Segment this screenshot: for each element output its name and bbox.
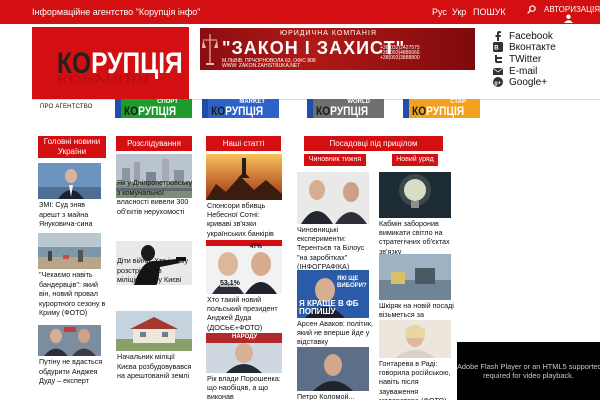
poll-value: 47%: [250, 244, 263, 250]
login-link[interactable]: АВТОРИЗАЦІЯ: [544, 5, 600, 14]
news-caption[interactable]: Петро Коломой...: [297, 392, 375, 400]
section-officials-header[interactable]: Посадовці під прицілом: [304, 136, 443, 151]
search-link[interactable]: ПОШУК: [473, 7, 506, 17]
news-thumb[interactable]: [297, 347, 369, 391]
nav-tab-logo: КОРУПЦІЯ: [124, 104, 177, 118]
svg-text:g+: g+: [494, 80, 501, 86]
news-thumb[interactable]: НАРОДУ: [206, 333, 282, 373]
news-thumb[interactable]: [297, 172, 369, 224]
nav-tab-strip: [115, 99, 121, 118]
news-thumb[interactable]: 47% 53,1%: [206, 240, 282, 294]
nav-tab-star[interactable]: СТАР КОРУПЦІЯ: [403, 99, 480, 118]
top-bar: Інформаційне агентство "Корупція інфо" Р…: [0, 0, 600, 24]
country-house-photo: [116, 311, 192, 351]
news-caption[interactable]: Як у Дніпропетровську з комунальної влас…: [117, 178, 194, 216]
man-in-suit-photo: [38, 163, 101, 199]
two-politicians-photo: [38, 325, 101, 356]
banner-address: М.ЛЬВІВ, ПРЧОРНОВОЛА 63, ОФІС 808 WWW: Z…: [222, 58, 316, 69]
user-icon[interactable]: [564, 14, 573, 23]
news-caption[interactable]: Арсен Аваков: політик, який не вперше йд…: [297, 319, 375, 347]
site-logo[interactable]: КОРУПЦІЯ КОРУПЦІЯ: [32, 27, 189, 99]
news-caption[interactable]: Начальник міліції Києва розбудовувався н…: [117, 352, 194, 381]
news-thumb[interactable]: [206, 154, 282, 200]
nav-tab-market[interactable]: MARKET КОРУПЦІЯ: [202, 99, 279, 118]
thumb-overlay-text: ЯКІ ЩЕ ВИБОРИ?: [337, 276, 367, 289]
google-plus-icon: g+: [493, 77, 503, 87]
svg-text:B: B: [494, 46, 499, 52]
maidan-protest-photo: [206, 154, 282, 200]
facebook-icon: [495, 31, 501, 41]
thumb-overlay-text: НАРОДУ: [232, 334, 258, 340]
news-thumb[interactable]: [116, 311, 192, 351]
nav-tab-logo: КОРУПЦІЯ: [316, 104, 369, 118]
tab-new-government[interactable]: Новий уряд: [392, 154, 438, 166]
nav-tab-sport[interactable]: СПОРТ КОРУПЦІЯ: [115, 99, 192, 118]
social-twitter-link[interactable]: TWitter: [493, 53, 541, 65]
nav-tab-strip: [307, 99, 313, 118]
lang-ua-link[interactable]: Укр: [452, 7, 466, 17]
search-icon[interactable]: [527, 5, 536, 14]
news-thumb[interactable]: [379, 254, 451, 300]
beach-crimea-photo: [38, 233, 101, 269]
news-caption[interactable]: Гонтарева в Раді: говорила російською, н…: [379, 359, 457, 400]
two-officials-photo: [297, 172, 369, 224]
news-caption[interactable]: Путіну не вдасться обдурити Анджея Дуду …: [39, 357, 107, 386]
video-player-placeholder[interactable]: Adobe Flash Player or an HTML5 supported…: [457, 342, 600, 400]
light-bulb-photo: [379, 172, 451, 218]
lang-ru-link[interactable]: Рус: [432, 7, 447, 17]
news-thumb[interactable]: [38, 233, 101, 269]
kolomoisky-photo: [297, 347, 369, 391]
news-caption[interactable]: Рік влади Порошенка: що наобіцяв, а що в…: [207, 374, 284, 400]
news-caption[interactable]: Діти війни: Хто і чому розстрілював мілі…: [117, 256, 194, 285]
news-caption[interactable]: Хто такий новий польський президент Андж…: [207, 295, 284, 332]
section-investigations-header[interactable]: Розслідування: [116, 136, 192, 151]
nav-about-link[interactable]: ПРО АГЕНТСТВО: [40, 104, 93, 110]
poll-value: 53,1%: [220, 280, 240, 287]
site-title[interactable]: Інформаційне агентство "Корупція інфо": [32, 7, 200, 17]
flood-rescue-photo: [379, 254, 451, 300]
nav-tab-world[interactable]: WORLD КОРУПЦІЯ: [307, 99, 384, 118]
section-main-news-header[interactable]: Головні новини України: [38, 136, 106, 158]
flash-message: Adobe Flash Player or an HTML5 supported…: [457, 362, 600, 380]
vkontakte-icon: B: [493, 42, 503, 52]
nav-tab-strip: [202, 99, 208, 118]
news-caption[interactable]: ЗМІ: Суд зняв арешт з майна Януковича-си…: [39, 200, 107, 229]
nav-tab-logo: КОРУПЦІЯ: [211, 104, 264, 118]
social-vkontakte-link[interactable]: B Вконтакте: [493, 41, 556, 53]
scales-of-justice-icon: [202, 34, 218, 65]
email-icon: [493, 67, 503, 75]
banner-phones: +38(032)2427575 +38(093)4886666 +38(093)…: [380, 45, 420, 61]
news-thumb[interactable]: [379, 172, 451, 218]
news-caption[interactable]: "Чекаємо навіть бандервців": який він, н…: [39, 270, 108, 318]
ad-banner[interactable]: ЮРИДИЧНА КОМПАНІЯ "ЗАКОН І ЗАХИСТ" М.ЛЬВ…: [200, 28, 475, 70]
tab-official-week[interactable]: Чиновник тижня: [304, 154, 366, 166]
polish-election-photo: [206, 240, 282, 294]
banner-title: "ЗАКОН І ЗАХИСТ": [222, 38, 406, 58]
news-thumb[interactable]: ЯКІ ЩЕ ВИБОРИ? Я КРАЩЕ В ФБ ПОПИШУ: [297, 270, 369, 318]
news-caption[interactable]: Спонсори вбивць Небесної Сотні: криваві …: [207, 201, 284, 238]
thumb-overlay-text: Я КРАЩЕ В ФБ ПОПИШУ: [299, 299, 359, 316]
banner-subtitle: ЮРИДИЧНА КОМПАНІЯ: [280, 30, 377, 37]
news-thumb[interactable]: [379, 320, 451, 358]
twitter-icon: [495, 55, 502, 63]
gontareva-photo: [379, 320, 451, 358]
nav-tab-strip: [403, 99, 409, 118]
news-thumb[interactable]: [38, 163, 101, 199]
nav-tab-logo: КОРУПЦІЯ: [412, 104, 465, 118]
news-caption[interactable]: Кабмін заборонив вимикати світло на стра…: [379, 219, 457, 256]
news-caption[interactable]: Чиновницькі експерименти: Терентьєв та Б…: [297, 225, 375, 271]
logo-reflection: КОРУПЦІЯ: [57, 72, 150, 86]
social-google-plus-link[interactable]: g+ Google+: [493, 76, 547, 88]
news-thumb[interactable]: [38, 325, 101, 356]
section-our-articles-header[interactable]: Наші статті: [206, 136, 281, 151]
